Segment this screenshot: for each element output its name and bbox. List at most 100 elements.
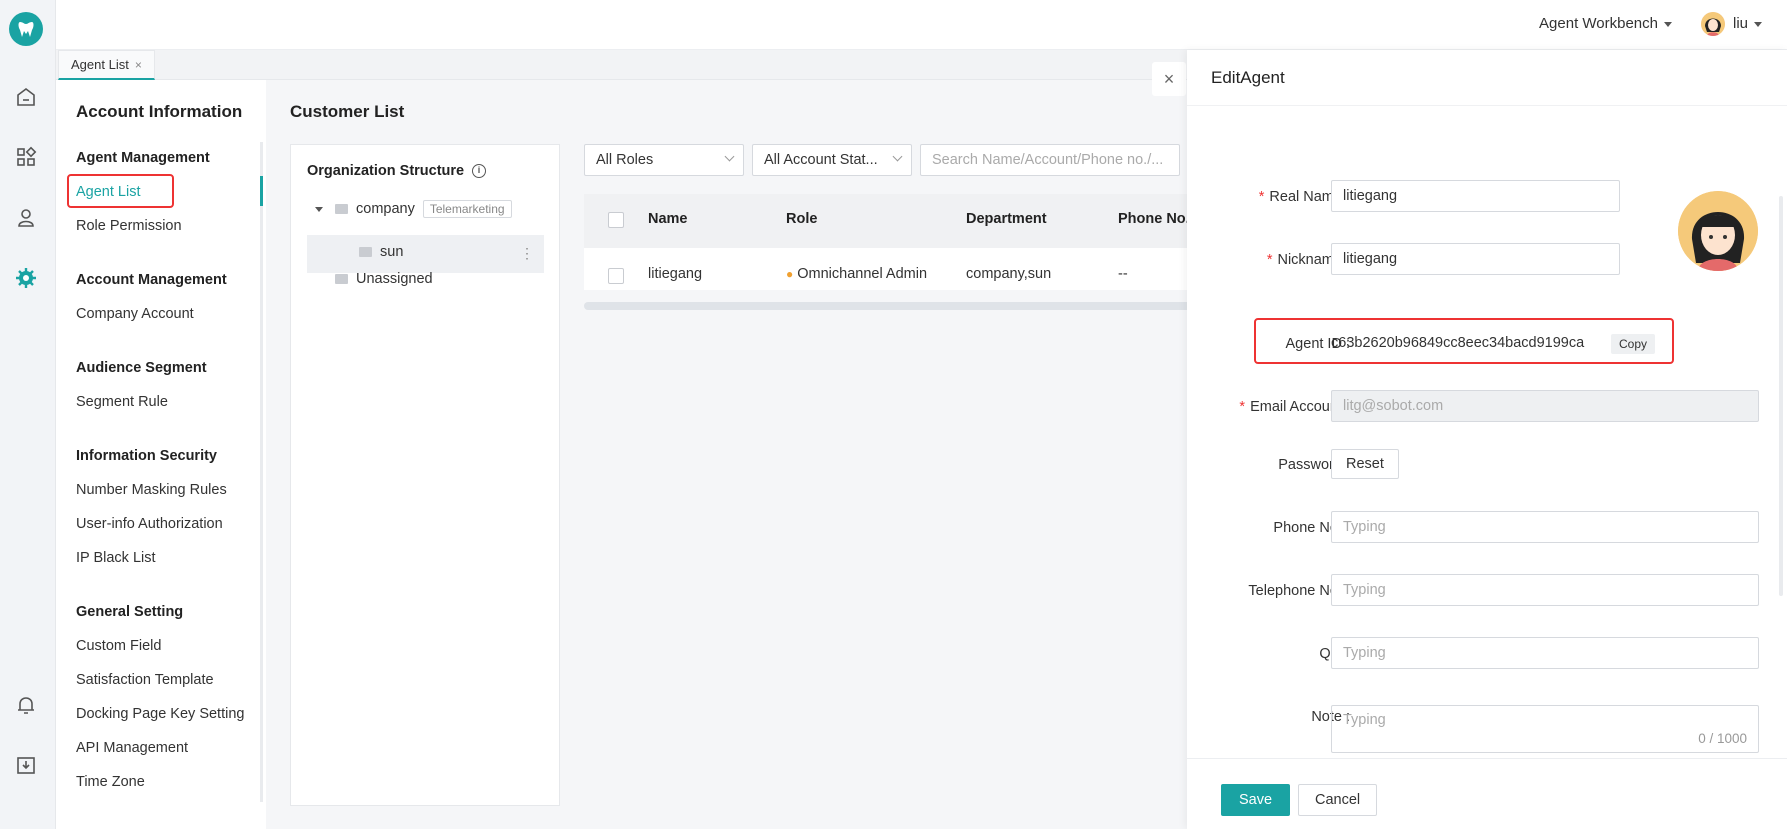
- group-general-setting: General Setting: [76, 604, 184, 620]
- nickname-input[interactable]: litiegang: [1331, 243, 1620, 275]
- sidebar-scrollbar[interactable]: [260, 142, 263, 802]
- email-field: litg@sobot.com: [1331, 390, 1759, 422]
- qq-input[interactable]: Typing: [1331, 637, 1759, 669]
- home-icon[interactable]: [14, 85, 38, 109]
- reset-password-button[interactable]: Reset: [1331, 449, 1399, 479]
- sidebar-item-number-masking[interactable]: Number Masking Rules: [76, 482, 227, 498]
- chevron-down-icon: [892, 151, 903, 162]
- node-label: company: [356, 201, 415, 217]
- column-header-phone[interactable]: Phone No.: [1118, 211, 1190, 227]
- sidebar-item-agent-list[interactable]: Agent List: [76, 184, 141, 200]
- app-logo[interactable]: [9, 12, 43, 46]
- note-textarea[interactable]: Typing 0 / 1000: [1331, 705, 1759, 753]
- org-structure-panel: Organization Structure i company Telemark…: [290, 144, 560, 806]
- user-name: liu: [1732, 14, 1748, 32]
- row-checkbox[interactable]: [608, 268, 624, 284]
- tree-node-unassigned[interactable]: Unassigned: [335, 271, 433, 287]
- active-indicator: [260, 176, 263, 206]
- caret-down-icon: [1754, 21, 1762, 27]
- sidebar-item-segment-rule[interactable]: Segment Rule: [76, 394, 168, 410]
- node-content: sun: [359, 244, 403, 260]
- status-select-value: All Account Stat...: [764, 152, 878, 168]
- settings-icon[interactable]: [14, 266, 38, 290]
- node-label: Unassigned: [356, 271, 433, 287]
- sidebar-item-satisfaction-template[interactable]: Satisfaction Template: [76, 672, 214, 688]
- column-header-role[interactable]: Role: [786, 211, 817, 227]
- cell-role-text: Omnichannel Admin: [797, 266, 928, 282]
- column-header-department[interactable]: Department: [966, 211, 1047, 227]
- close-icon[interactable]: ×: [135, 58, 142, 72]
- status-select[interactable]: All Account Stat...: [752, 144, 912, 176]
- cell-phone: --: [1118, 266, 1128, 282]
- settings-sidebar: Account Information Agent Management Age…: [56, 80, 266, 829]
- user-icon: ●: [786, 267, 794, 281]
- caret-down-icon[interactable]: [315, 206, 323, 212]
- sidebar-item-company-account[interactable]: Company Account: [76, 306, 194, 322]
- download-icon[interactable]: [14, 753, 38, 777]
- group-account-management: Account Management: [76, 272, 227, 288]
- page-title: Customer List: [290, 102, 405, 121]
- drawer-title: EditAgent: [1211, 68, 1285, 87]
- column-header-name[interactable]: Name: [648, 211, 688, 227]
- folder-icon: [335, 274, 348, 285]
- sidebar-item-user-info-auth[interactable]: User-info Authorization: [76, 516, 223, 532]
- tab-label: Agent List: [71, 57, 129, 72]
- drawer-footer: Save Cancel: [1187, 758, 1787, 829]
- node-label: sun: [380, 244, 404, 260]
- required-mark: *: [1258, 189, 1265, 205]
- sidebar-item-custom-field[interactable]: Custom Field: [76, 638, 161, 654]
- search-placeholder: Search Name/Account/Phone no./...: [932, 152, 1164, 168]
- cancel-button[interactable]: Cancel: [1298, 784, 1378, 816]
- select-all-checkbox[interactable]: [608, 212, 624, 228]
- note-char-count: 0 / 1000: [1698, 731, 1747, 746]
- required-mark: *: [1239, 399, 1246, 415]
- agent-id-value: c63b2620b96849cc8eec34bacd9199ca: [1331, 335, 1585, 351]
- sidebar-title: Account Information: [76, 102, 243, 121]
- search-input[interactable]: Search Name/Account/Phone no./...: [920, 144, 1180, 176]
- workbench-label: Agent Workbench: [1539, 15, 1658, 32]
- real-name-input[interactable]: litiegang: [1331, 180, 1620, 212]
- group-agent-management: Agent Management: [76, 150, 210, 166]
- cell-department: company,sun: [966, 266, 1052, 282]
- drawer-scrollbar[interactable]: [1779, 196, 1783, 596]
- roles-select[interactable]: All Roles: [584, 144, 744, 176]
- tree-node-sun[interactable]: sun ⋮: [307, 235, 544, 273]
- cell-name[interactable]: litiegang: [648, 266, 702, 282]
- save-button[interactable]: Save: [1221, 784, 1291, 816]
- copy-button[interactable]: Copy: [1611, 334, 1656, 354]
- folder-icon: [359, 247, 372, 258]
- bell-icon[interactable]: [14, 693, 38, 717]
- drawer-body: * Real Name : litiegang * Nickname : litie…: [1187, 105, 1787, 758]
- cell-role: ● Omnichannel Admin: [786, 266, 927, 282]
- avatar: [1700, 12, 1725, 36]
- caret-down-icon: [1664, 21, 1672, 27]
- more-icon[interactable]: ⋮: [520, 245, 534, 262]
- telephone-input[interactable]: Typing: [1331, 574, 1759, 606]
- edit-agent-drawer: EditAgent * Real Name : litiegang * Nickna…: [1187, 50, 1787, 829]
- drawer-close-button[interactable]: ×: [1152, 62, 1186, 96]
- sidebar-item-time-zone[interactable]: Time Zone: [76, 774, 145, 790]
- nav-rail: [0, 0, 56, 829]
- group-information-security: Information Security: [76, 448, 217, 464]
- tree-node-company[interactable]: company Telemarketing: [315, 200, 512, 218]
- info-icon[interactable]: i: [472, 164, 486, 178]
- user-menu[interactable]: liu: [1700, 12, 1762, 36]
- agent-icon[interactable]: [14, 206, 38, 230]
- sidebar-item-ip-black-list[interactable]: IP Black List: [76, 550, 156, 566]
- group-audience-segment: Audience Segment: [76, 360, 207, 376]
- note-placeholder: Typing: [1343, 712, 1386, 728]
- workbench-dropdown[interactable]: Agent Workbench: [1539, 15, 1672, 32]
- agent-avatar[interactable]: [1678, 191, 1758, 271]
- folder-icon: [335, 204, 348, 215]
- apps-icon[interactable]: [14, 145, 38, 169]
- sidebar-item-docking-page-key[interactable]: Docking Page Key Setting: [76, 706, 244, 722]
- org-structure-title: Organization Structure: [307, 163, 465, 179]
- node-tag: Telemarketing: [422, 200, 512, 218]
- required-mark: *: [1266, 252, 1273, 268]
- chevron-down-icon: [724, 151, 735, 162]
- tab-agent-list[interactable]: Agent List ×: [58, 50, 155, 80]
- sidebar-item-role-permission[interactable]: Role Permission: [76, 218, 182, 234]
- top-bar: Agent Workbench liu: [56, 0, 1787, 50]
- sidebar-item-api-management[interactable]: API Management: [76, 740, 188, 756]
- phone-input[interactable]: Typing: [1331, 511, 1759, 543]
